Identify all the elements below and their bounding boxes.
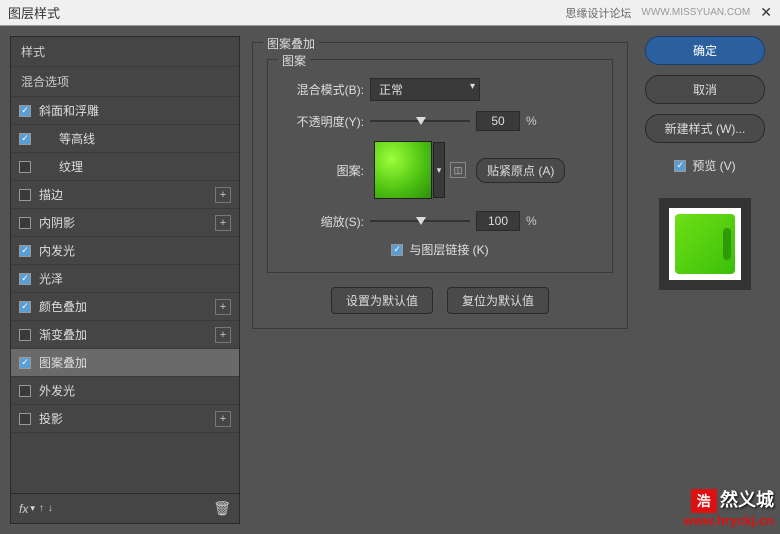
style-checkbox[interactable]: ✓ xyxy=(19,301,31,313)
sidebar-item[interactable]: ✓ 光泽 xyxy=(11,265,239,293)
sidebar-item[interactable]: ✓ 颜色叠加+ xyxy=(11,293,239,321)
pattern-swatch[interactable]: ▾ xyxy=(374,141,432,199)
styles-sidebar: 样式 混合选项 ✓斜面和浮雕✓等高线纹理描边+内阴影+✓内发光✓光泽✓颜色叠加+… xyxy=(10,36,240,524)
style-checkbox[interactable]: ✓ xyxy=(19,273,31,285)
watermark-url: www.hryckj.cn xyxy=(683,513,774,528)
opacity-unit: % xyxy=(526,114,537,128)
sidebar-item[interactable]: ✓ 内发光 xyxy=(11,237,239,265)
sidebar-item[interactable]: ✓ 等高线 xyxy=(11,125,239,153)
forum-url: WWW.MISSYUAN.COM xyxy=(641,7,750,18)
scale-input[interactable]: 100 xyxy=(476,211,520,231)
move-down-icon[interactable]: ↓ xyxy=(48,503,53,514)
add-effect-icon[interactable]: + xyxy=(215,187,231,203)
sidebar-item[interactable]: ✓ 斜面和浮雕 xyxy=(11,97,239,125)
add-effect-icon[interactable]: + xyxy=(215,411,231,427)
style-checkbox[interactable]: ✓ xyxy=(19,357,31,369)
trash-icon[interactable]: 🗑 xyxy=(213,500,231,517)
close-icon[interactable]: ✕ xyxy=(760,4,772,21)
sidebar-item[interactable]: 内阴影+ xyxy=(11,209,239,237)
move-up-icon[interactable]: ↑ xyxy=(39,503,44,514)
set-default-button[interactable]: 设置为默认值 xyxy=(331,287,433,314)
sidebar-item-label: 斜面和浮雕 xyxy=(39,102,231,119)
preview-checkbox[interactable]: ✓ xyxy=(674,160,686,172)
scale-unit: % xyxy=(526,214,537,228)
add-effect-icon[interactable]: + xyxy=(215,327,231,343)
sidebar-footer: fx ▾ ↑ ↓ 🗑 xyxy=(11,493,239,523)
opacity-label: 不透明度(Y): xyxy=(282,113,364,130)
right-column: 确定 取消 新建样式 (W)... ✓ 预览 (V) xyxy=(640,36,770,524)
blend-mode-label: 混合模式(B): xyxy=(282,81,364,98)
watermark: 浩 然义城 www.hryckj.cn xyxy=(683,486,774,528)
opacity-input[interactable]: 50 xyxy=(476,111,520,131)
sidebar-item-label: 纹理 xyxy=(39,158,231,175)
style-checkbox[interactable] xyxy=(19,217,31,229)
forum-text: 思缘设计论坛 xyxy=(565,5,631,21)
fx-icon[interactable]: fx xyxy=(19,502,28,516)
pattern-picker-icon[interactable]: ▾ xyxy=(433,142,445,198)
sidebar-item[interactable]: 外发光 xyxy=(11,377,239,405)
sidebar-item-label: 外发光 xyxy=(39,382,231,399)
sidebar-item[interactable]: ✓ 图案叠加 xyxy=(11,349,239,377)
sidebar-item[interactable]: 渐变叠加+ xyxy=(11,321,239,349)
link-layer-checkbox[interactable]: ✓ xyxy=(391,244,403,256)
add-effect-icon[interactable]: + xyxy=(215,299,231,315)
sidebar-item[interactable]: 投影+ xyxy=(11,405,239,433)
add-effect-icon[interactable]: + xyxy=(215,215,231,231)
style-checkbox[interactable] xyxy=(19,385,31,397)
reset-default-button[interactable]: 复位为默认值 xyxy=(447,287,549,314)
sidebar-header-blend[interactable]: 混合选项 xyxy=(11,67,239,97)
scale-slider[interactable] xyxy=(370,214,470,228)
scale-label: 缩放(S): xyxy=(282,213,364,230)
sidebar-item[interactable]: 描边+ xyxy=(11,181,239,209)
dialog-title: 图层样式 xyxy=(8,3,565,22)
style-checkbox[interactable]: ✓ xyxy=(19,105,31,117)
fx-dropdown-icon[interactable]: ▾ xyxy=(30,503,35,514)
ok-button[interactable]: 确定 xyxy=(645,36,765,65)
new-preset-icon[interactable]: ◫ xyxy=(450,162,466,178)
sidebar-item-label: 投影 xyxy=(39,410,215,427)
sidebar-header-styles[interactable]: 样式 xyxy=(11,37,239,67)
preview-label: 预览 (V) xyxy=(692,157,735,174)
sidebar-item-label: 颜色叠加 xyxy=(39,298,215,315)
style-checkbox[interactable] xyxy=(19,413,31,425)
sidebar-item-label: 描边 xyxy=(39,186,215,203)
link-layer-label: 与图层链接 (K) xyxy=(409,241,488,258)
snap-origin-button[interactable]: 贴紧原点 (A) xyxy=(476,158,565,183)
inner-legend: 图案 xyxy=(278,52,310,69)
blend-mode-select[interactable]: 正常 xyxy=(370,78,480,101)
main-panel: 图案叠加 图案 混合模式(B): 正常 不透明度(Y): 50 % xyxy=(252,36,628,524)
watermark-logo: 浩 xyxy=(691,489,717,513)
sidebar-item-label: 光泽 xyxy=(39,270,231,287)
sidebar-item-label: 内阴影 xyxy=(39,214,215,231)
style-checkbox[interactable] xyxy=(19,189,31,201)
style-checkbox[interactable] xyxy=(19,161,31,173)
title-bar: 图层样式 思缘设计论坛 WWW.MISSYUAN.COM ✕ xyxy=(0,0,780,26)
sidebar-item-label: 内发光 xyxy=(39,242,231,259)
watermark-chars: 然义城 xyxy=(720,490,774,510)
cancel-button[interactable]: 取消 xyxy=(645,75,765,104)
sidebar-item-label: 等高线 xyxy=(39,130,231,147)
group-legend: 图案叠加 xyxy=(263,35,319,52)
style-checkbox[interactable]: ✓ xyxy=(19,133,31,145)
sidebar-item-label: 图案叠加 xyxy=(39,354,231,371)
new-style-button[interactable]: 新建样式 (W)... xyxy=(645,114,765,143)
style-checkbox[interactable] xyxy=(19,329,31,341)
preview-box xyxy=(659,198,751,290)
pattern-label: 图案: xyxy=(282,162,364,179)
style-checkbox[interactable]: ✓ xyxy=(19,245,31,257)
sidebar-item[interactable]: 纹理 xyxy=(11,153,239,181)
sidebar-item-label: 渐变叠加 xyxy=(39,326,215,343)
opacity-slider[interactable] xyxy=(370,114,470,128)
